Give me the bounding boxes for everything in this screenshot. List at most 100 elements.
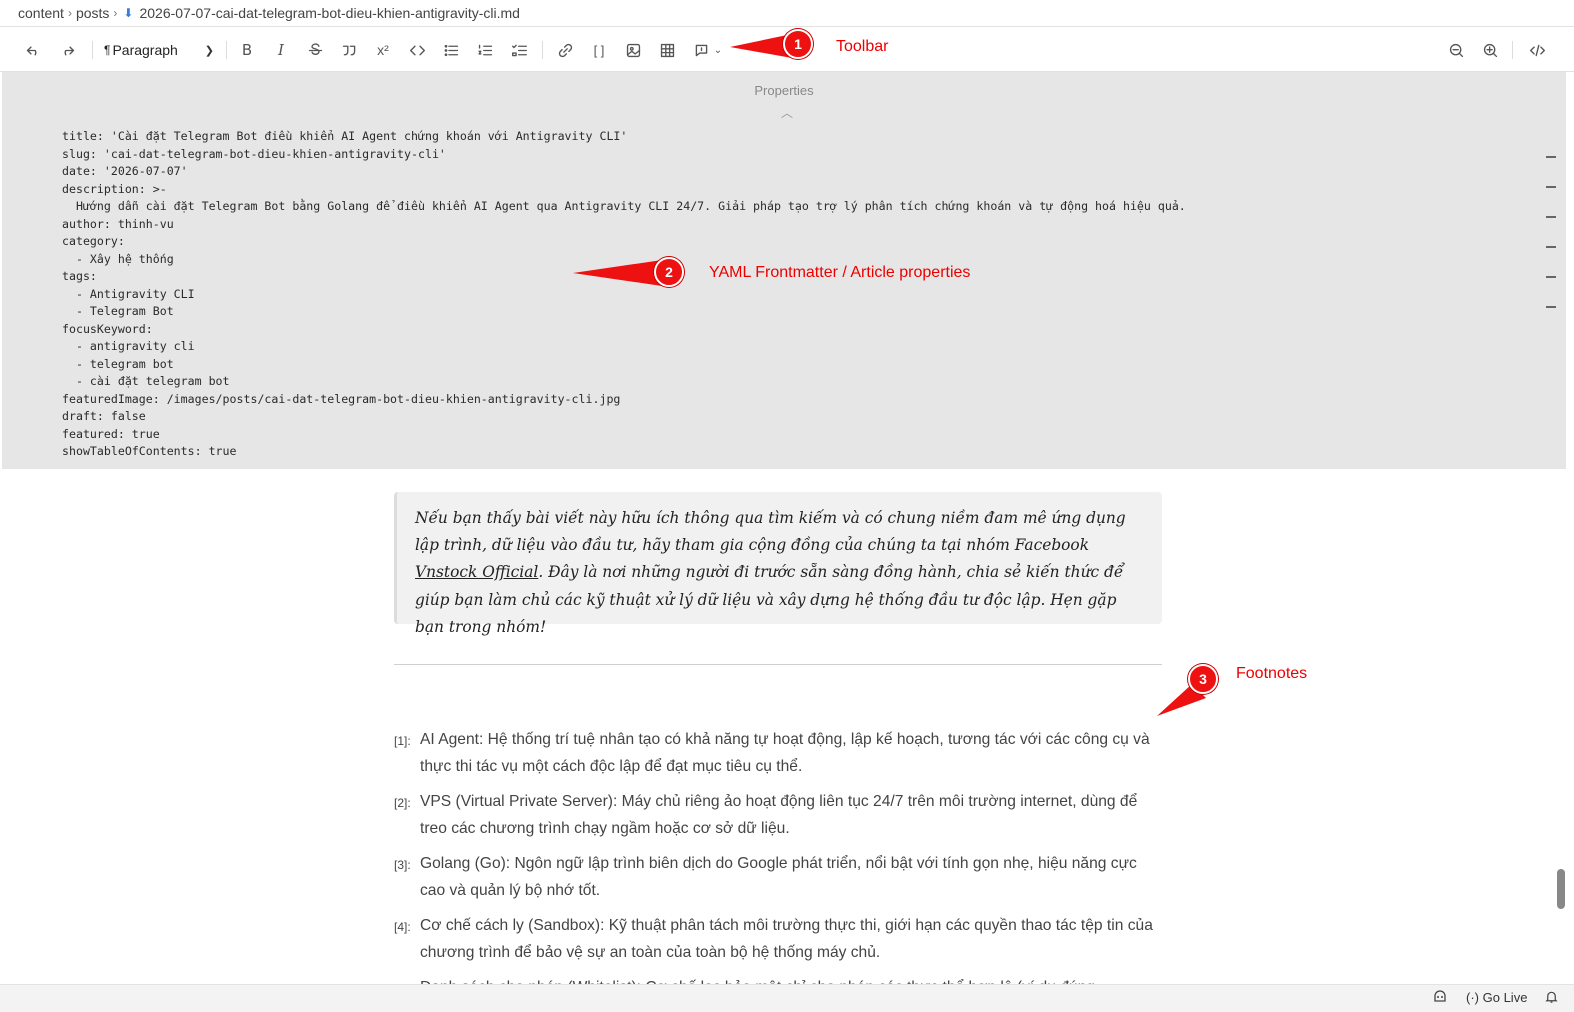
strikethrough-icon bbox=[308, 42, 322, 55]
zoom-in-icon bbox=[1483, 43, 1497, 57]
bullet-list-icon bbox=[444, 44, 458, 56]
footnote-text: VPS (Virtual Private Server): Máy chủ ri… bbox=[420, 793, 1138, 837]
yaml-line[interactable]: focusKeyword: bbox=[62, 321, 1186, 339]
breadcrumb-file[interactable]: 2026-07-07-cai-dat-telegram-bot-dieu-khi… bbox=[139, 5, 520, 21]
footnote-index[interactable]: [2]: bbox=[394, 790, 411, 817]
annotation-marker-3: 3 bbox=[1188, 664, 1218, 694]
collapse-chevron-icon[interactable]: ︿ bbox=[781, 104, 793, 121]
superscript-icon: x² bbox=[377, 42, 389, 58]
source-view-button[interactable] bbox=[1526, 38, 1548, 62]
annotation-marker-1: 1 bbox=[783, 29, 813, 59]
notification-bell-icon[interactable] bbox=[1544, 989, 1559, 1005]
bold-button[interactable]: B bbox=[236, 38, 258, 62]
link-button[interactable] bbox=[554, 38, 576, 62]
yaml-line[interactable]: featured: true bbox=[62, 426, 1186, 444]
annotation-label-2: YAML Frontmatter / Article properties bbox=[709, 264, 971, 281]
superscript-button[interactable]: x² bbox=[372, 38, 394, 62]
fold-marker-icon[interactable] bbox=[1546, 216, 1556, 218]
footnote-item[interactable]: [4]: Cơ chế cách ly (Sandbox): Kỹ thuật … bbox=[394, 912, 1162, 966]
zoom-out-button[interactable] bbox=[1445, 38, 1467, 62]
toolbar-divider bbox=[1512, 41, 1513, 59]
pilcrow-icon: ¶ bbox=[104, 43, 111, 57]
inline-code-button[interactable] bbox=[406, 38, 428, 62]
source-code-icon bbox=[1529, 44, 1545, 56]
vnstock-link[interactable]: Vnstock Official bbox=[415, 563, 538, 581]
bold-icon: B bbox=[241, 41, 253, 59]
copilot-icon[interactable] bbox=[1432, 989, 1448, 1005]
footnote-item[interactable]: [3]: Golang (Go): Ngôn ngữ lập trình biê… bbox=[394, 850, 1162, 904]
yaml-line[interactable]: date: '2026-07-07' bbox=[62, 163, 1186, 181]
breadcrumb-posts[interactable]: posts bbox=[76, 5, 109, 21]
yaml-line[interactable]: - Antigravity CLI bbox=[62, 286, 1186, 304]
yaml-line[interactable]: title: 'Cài đặt Telegram Bot điều khiển … bbox=[62, 128, 1186, 146]
fold-marker-icon[interactable] bbox=[1546, 156, 1556, 158]
italic-icon: I bbox=[278, 41, 284, 59]
yaml-line[interactable]: - telegram bot bbox=[62, 356, 1186, 374]
toolbar-divider bbox=[92, 41, 93, 59]
table-icon bbox=[660, 43, 674, 57]
fold-marker-icon[interactable] bbox=[1546, 186, 1556, 188]
yaml-line[interactable]: Hướng dẫn cài đặt Telegram Bot bằng Gola… bbox=[62, 198, 1186, 216]
yaml-line[interactable]: - Xây hệ thống bbox=[62, 251, 1186, 269]
properties-title[interactable]: Properties bbox=[2, 83, 1566, 98]
yaml-line[interactable]: - antigravity cli bbox=[62, 338, 1186, 356]
comment-icon bbox=[695, 44, 707, 56]
yaml-line[interactable]: tags: bbox=[62, 268, 1186, 286]
yaml-line[interactable]: description: >- bbox=[62, 181, 1186, 199]
paragraph-select-label: Paragraph bbox=[112, 42, 178, 58]
footnote-index[interactable]: [1]: bbox=[394, 728, 411, 755]
strikethrough-button[interactable] bbox=[304, 38, 326, 62]
footnote-index[interactable]: [4]: bbox=[394, 914, 411, 941]
annotation-label-1: Toolbar bbox=[836, 38, 889, 55]
yaml-line[interactable]: slug: 'cai-dat-telegram-bot-dieu-khien-a… bbox=[62, 146, 1186, 164]
numbered-list-button[interactable] bbox=[474, 38, 496, 62]
checklist-icon bbox=[511, 44, 527, 56]
editor-scrollbar[interactable] bbox=[1557, 869, 1565, 909]
go-live-button[interactable]: (·) Go Live bbox=[1466, 990, 1527, 1005]
brackets-icon: [ ] bbox=[593, 42, 605, 58]
breadcrumb-content[interactable]: content bbox=[18, 5, 64, 21]
fold-marker-icon[interactable] bbox=[1546, 246, 1556, 248]
comment-button[interactable] bbox=[690, 38, 712, 62]
image-icon bbox=[626, 43, 640, 57]
footnote-button[interactable]: [ ] bbox=[588, 38, 610, 62]
redo-icon bbox=[64, 45, 74, 55]
task-list-button[interactable] bbox=[508, 38, 530, 62]
chevron-right-icon: › bbox=[67, 6, 72, 20]
zoom-in-button[interactable] bbox=[1479, 38, 1501, 62]
undo-button[interactable] bbox=[22, 38, 44, 62]
paragraph-style-select[interactable]: ¶ Paragraph ❯ bbox=[104, 38, 214, 62]
chevron-down-icon: ❯ bbox=[204, 44, 214, 57]
comment-dropdown[interactable]: ⌄ bbox=[711, 38, 725, 62]
blockquote-button[interactable] bbox=[338, 38, 360, 62]
yaml-frontmatter-editor[interactable]: title: 'Cài đặt Telegram Bot điều khiển … bbox=[62, 128, 1186, 461]
yaml-line[interactable]: draft: false bbox=[62, 408, 1186, 426]
footnote-item[interactable]: [2]: VPS (Virtual Private Server): Máy c… bbox=[394, 788, 1162, 842]
code-icon bbox=[409, 45, 425, 55]
annotation-marker-2: 2 bbox=[654, 257, 684, 287]
footnote-index[interactable]: [3]: bbox=[394, 852, 411, 879]
italic-button[interactable]: I bbox=[270, 38, 292, 62]
fold-marker-icon[interactable] bbox=[1546, 306, 1556, 308]
image-button[interactable] bbox=[622, 38, 644, 62]
toolbar-divider bbox=[542, 41, 543, 59]
broadcast-icon: (·) bbox=[1466, 990, 1479, 1005]
footnote-text: Golang (Go): Ngôn ngữ lập trình biên dịc… bbox=[420, 855, 1137, 899]
quote-text-before: Nếu bạn thấy bài viết này hữu ích thông … bbox=[415, 509, 1126, 555]
footnote-item[interactable]: [1]: AI Agent: Hệ thống trí tuệ nhân tạo… bbox=[394, 726, 1162, 780]
yaml-line[interactable]: author: thinh-vu bbox=[62, 216, 1186, 234]
chevron-down-icon: ⌄ bbox=[713, 44, 723, 56]
yaml-line[interactable]: showTableOfContents: true bbox=[62, 443, 1186, 461]
go-live-label: Go Live bbox=[1482, 990, 1528, 1005]
yaml-line[interactable]: - cài đặt telegram bot bbox=[62, 373, 1186, 391]
table-button[interactable] bbox=[656, 38, 678, 62]
community-blockquote[interactable]: Nếu bạn thấy bài viết này hữu ích thông … bbox=[394, 492, 1162, 636]
fold-marker-icon[interactable] bbox=[1546, 276, 1556, 278]
yaml-line[interactable]: featuredImage: /images/posts/cai-dat-tel… bbox=[62, 391, 1186, 409]
redo-button[interactable] bbox=[56, 38, 78, 62]
bullet-list-button[interactable] bbox=[440, 38, 462, 62]
yaml-line[interactable]: category: bbox=[62, 233, 1186, 251]
chevron-right-icon: › bbox=[113, 6, 118, 20]
yaml-line[interactable]: - Telegram Bot bbox=[62, 303, 1186, 321]
toolbar-divider bbox=[226, 41, 227, 59]
